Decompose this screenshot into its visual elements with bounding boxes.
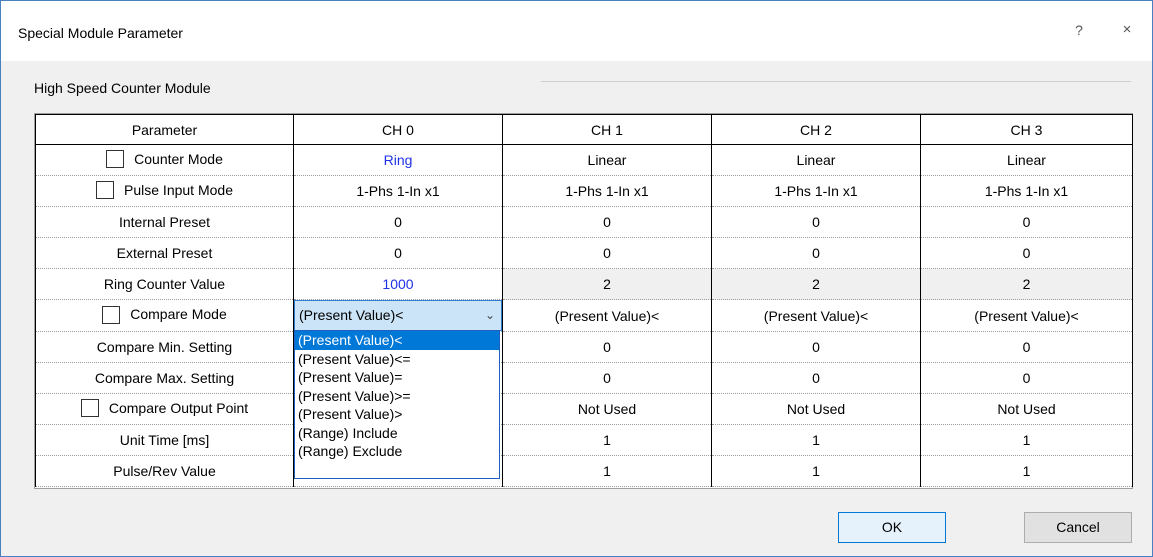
- row-unit-time: Unit Time [ms] 1 1 1: [35, 424, 1133, 456]
- header-ch2: CH 2: [711, 114, 921, 145]
- cell-ch2-unit-time[interactable]: 1: [711, 424, 921, 456]
- row-internal-preset: Internal Preset 0 0 0 0: [35, 206, 1133, 238]
- chevron-down-icon[interactable]: ⌄: [485, 301, 495, 330]
- param-pulse-input-mode: Pulse Input Mode: [35, 175, 294, 207]
- cell-ch3-ring-counter-value[interactable]: 2: [920, 268, 1133, 300]
- cell-ch1-counter-mode[interactable]: Linear: [502, 144, 712, 176]
- parameter-grid: Parameter CH 0 CH 1 CH 2 CH 3 Counter Mo…: [34, 113, 1133, 489]
- header-parameter: Parameter: [35, 114, 294, 145]
- dropdown-option[interactable]: (Present Value)<=: [295, 350, 499, 369]
- grid-header-row: Parameter CH 0 CH 1 CH 2 CH 3: [35, 114, 1133, 145]
- param-external-preset: External Preset: [35, 237, 294, 269]
- cell-ch2-compare-max[interactable]: 0: [711, 362, 921, 394]
- dropdown-option[interactable]: (Present Value)>=: [295, 387, 499, 406]
- cell-ch3-pulse-rev[interactable]: 1: [920, 455, 1133, 487]
- cell-ch3-compare-output-point[interactable]: Not Used: [920, 393, 1133, 425]
- cell-ch0-ring-counter-value[interactable]: 1000: [293, 268, 503, 300]
- param-counter-mode: Counter Mode: [35, 144, 294, 176]
- cell-ch0-internal-preset[interactable]: 0: [293, 206, 503, 238]
- param-pulse-rev: Pulse/Rev Value: [35, 455, 294, 487]
- combo-value: (Present Value)<: [299, 307, 404, 323]
- header-ch0: CH 0: [293, 114, 503, 145]
- dropdown-option[interactable]: (Range) Exclude: [295, 442, 499, 461]
- dropdown-option[interactable]: (Range) Include: [295, 424, 499, 443]
- header-ch3: CH 3: [920, 114, 1133, 145]
- param-compare-mode: Compare Mode: [35, 299, 294, 332]
- cell-ch2-ring-counter-value[interactable]: 2: [711, 268, 921, 300]
- param-compare-max: Compare Max. Setting: [35, 362, 294, 394]
- dropdown-option[interactable]: (Present Value)>: [295, 405, 499, 424]
- param-label: Compare Output Point: [108, 399, 249, 416]
- counter-mode-checkbox[interactable]: [106, 150, 125, 169]
- dialog-window: Special Module Parameter ? × High Speed …: [0, 0, 1153, 557]
- row-compare-output-point: Compare Output Point Not Used Not Used N…: [35, 393, 1133, 425]
- cell-ch0-pulse-input-mode[interactable]: 1-Phs 1-In x1: [293, 175, 503, 207]
- cell-ch1-external-preset[interactable]: 0: [502, 237, 712, 269]
- cell-ch3-pulse-input-mode[interactable]: 1-Phs 1-In x1: [920, 175, 1133, 207]
- cell-ch1-compare-output-point[interactable]: Not Used: [502, 393, 712, 425]
- param-compare-min: Compare Min. Setting: [35, 331, 294, 363]
- param-compare-output-point: Compare Output Point: [35, 393, 294, 425]
- row-compare-mode: Compare Mode (Present Value)< ⌄ (Present…: [35, 299, 1133, 332]
- param-label: Compare Mode: [130, 306, 227, 323]
- compare-output-point-checkbox[interactable]: [80, 399, 99, 418]
- param-ring-counter-value: Ring Counter Value: [35, 268, 294, 300]
- pulse-input-mode-checkbox[interactable]: [96, 181, 115, 200]
- row-pulse-input-mode: Pulse Input Mode 1-Phs 1-In x1 1-Phs 1-I…: [35, 175, 1133, 207]
- param-label: Counter Mode: [134, 150, 223, 167]
- param-internal-preset: Internal Preset: [35, 206, 294, 238]
- cell-ch2-internal-preset[interactable]: 0: [711, 206, 921, 238]
- cell-ch2-external-preset[interactable]: 0: [711, 237, 921, 269]
- compare-mode-combo[interactable]: (Present Value)< ⌄: [294, 300, 502, 331]
- cell-ch1-internal-preset[interactable]: 0: [502, 206, 712, 238]
- cell-ch2-compare-mode[interactable]: (Present Value)<: [711, 299, 921, 332]
- cell-ch1-compare-mode[interactable]: (Present Value)<: [502, 299, 712, 332]
- cell-ch1-pulse-input-mode[interactable]: 1-Phs 1-In x1: [502, 175, 712, 207]
- cell-ch0-counter-mode[interactable]: Ring: [293, 144, 503, 176]
- cell-ch0-compare-mode[interactable]: (Present Value)< ⌄: [293, 299, 503, 332]
- cell-ch3-internal-preset[interactable]: 0: [920, 206, 1133, 238]
- row-pulse-rev: Pulse/Rev Value 1 1 1: [35, 455, 1133, 487]
- group-label: High Speed Counter Module: [34, 80, 211, 96]
- cell-ch3-compare-min[interactable]: 0: [920, 331, 1133, 363]
- param-label: Pulse Input Mode: [124, 181, 233, 198]
- cell-ch2-pulse-rev[interactable]: 1: [711, 455, 921, 487]
- row-compare-min: Compare Min. Setting 0 0 0: [35, 331, 1133, 363]
- cancel-button[interactable]: Cancel: [1024, 512, 1132, 543]
- group-divider: [541, 81, 1131, 82]
- cell-ch0-external-preset[interactable]: 0: [293, 237, 503, 269]
- row-counter-mode: Counter Mode Ring Linear Linear Linear: [35, 144, 1133, 176]
- cell-ch1-compare-min[interactable]: 0: [502, 331, 712, 363]
- row-external-preset: External Preset 0 0 0 0: [35, 237, 1133, 269]
- compare-mode-dropdown-list: (Present Value)< (Present Value)<= (Pres…: [294, 330, 500, 479]
- dropdown-option[interactable]: (Present Value)=: [295, 368, 499, 387]
- row-ring-counter-value: Ring Counter Value 1000 2 2 2: [35, 268, 1133, 300]
- window-title: Special Module Parameter: [18, 25, 183, 41]
- header-ch1: CH 1: [502, 114, 712, 145]
- compare-mode-checkbox[interactable]: [102, 305, 121, 324]
- cell-ch1-ring-counter-value[interactable]: 2: [502, 268, 712, 300]
- ok-button[interactable]: OK: [838, 512, 946, 543]
- cell-ch1-compare-max[interactable]: 0: [502, 362, 712, 394]
- param-unit-time: Unit Time [ms]: [35, 424, 294, 456]
- cell-ch2-pulse-input-mode[interactable]: 1-Phs 1-In x1: [711, 175, 921, 207]
- title-bar: Special Module Parameter ? ×: [1, 1, 1152, 61]
- cell-ch1-pulse-rev[interactable]: 1: [502, 455, 712, 487]
- row-compare-max: Compare Max. Setting 0 0 0: [35, 362, 1133, 394]
- cell-ch1-unit-time[interactable]: 1: [502, 424, 712, 456]
- cell-ch3-compare-max[interactable]: 0: [920, 362, 1133, 394]
- cell-ch2-compare-min[interactable]: 0: [711, 331, 921, 363]
- cell-ch3-compare-mode[interactable]: (Present Value)<: [920, 299, 1133, 332]
- cell-ch3-unit-time[interactable]: 1: [920, 424, 1133, 456]
- cell-ch3-counter-mode[interactable]: Linear: [920, 144, 1133, 176]
- cell-ch2-compare-output-point[interactable]: Not Used: [711, 393, 921, 425]
- close-button[interactable]: ×: [1112, 19, 1142, 41]
- dropdown-option[interactable]: (Present Value)<: [295, 331, 499, 350]
- help-button[interactable]: ?: [1064, 19, 1094, 41]
- cell-ch2-counter-mode[interactable]: Linear: [711, 144, 921, 176]
- cell-ch3-external-preset[interactable]: 0: [920, 237, 1133, 269]
